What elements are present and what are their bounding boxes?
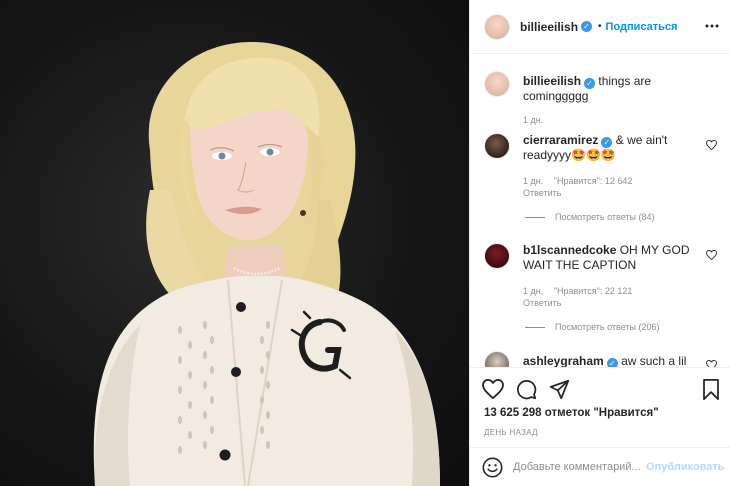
avatar[interactable]	[484, 133, 510, 159]
comment-time[interactable]: 1 дн.	[523, 286, 543, 296]
heart-icon[interactable]	[482, 379, 504, 399]
comment-input[interactable]	[513, 461, 643, 473]
share-icon[interactable]	[549, 379, 570, 400]
verified-icon: ✓	[606, 358, 618, 367]
post-actions: 13 625 298 отметок "Нравится" ДЕНЬ НАЗАД	[470, 367, 730, 447]
comment-text: aw such a lil	[621, 354, 687, 367]
post-sidebar: billieeilish ✓ • Подписаться billieeilis…	[469, 0, 730, 486]
view-replies-label: Посмотреть ответы (84)	[555, 212, 655, 222]
comment-username[interactable]: b1lscannedcoke	[523, 243, 616, 257]
likes-count[interactable]: 13 625 298 отметок "Нравится"	[484, 407, 659, 419]
avatar[interactable]	[484, 351, 510, 367]
view-replies-link[interactable]: Посмотреть ответы (206)	[525, 322, 660, 332]
comments-list[interactable]: billieeilish ✓ things are cominggggg 1 дн…	[470, 55, 730, 367]
like-comment-heart-icon[interactable]	[706, 250, 717, 260]
caption-username[interactable]: billieeilish	[523, 74, 581, 88]
separator-dot: •	[598, 21, 602, 32]
replies-line	[525, 326, 545, 328]
post-header: billieeilish ✓ • Подписаться	[470, 0, 730, 54]
follow-button[interactable]: Подписаться	[606, 21, 678, 33]
emoji-icon[interactable]	[482, 457, 503, 478]
comment-username[interactable]: ashleygraham	[523, 354, 604, 367]
like-comment-heart-icon[interactable]	[706, 140, 717, 150]
avatar[interactable]	[484, 13, 510, 40]
comment-username[interactable]: cierraramirez	[523, 133, 598, 147]
portrait-illustration	[93, 41, 441, 486]
avatar[interactable]	[484, 71, 510, 97]
comment-icon[interactable]	[516, 379, 537, 400]
avatar[interactable]	[484, 243, 510, 269]
post-dialog: billieeilish ✓ • Подписаться billieeilis…	[0, 0, 730, 486]
post-photo[interactable]	[0, 0, 469, 486]
reply-button[interactable]: Ответить	[523, 187, 701, 199]
add-comment-bar: Опубликовать	[470, 447, 730, 486]
comment-likes[interactable]: "Нравится": 12 642	[554, 176, 633, 186]
view-replies-label: Посмотреть ответы (206)	[555, 322, 660, 332]
verified-icon: ✓	[581, 21, 593, 32]
author-username[interactable]: billieeilish	[520, 20, 578, 34]
verified-icon: ✓	[601, 137, 613, 148]
replies-line	[525, 216, 545, 218]
view-replies-link[interactable]: Посмотреть ответы (84)	[525, 212, 655, 222]
post-time[interactable]: ДЕНЬ НАЗАД	[484, 428, 538, 437]
publish-button[interactable]: Опубликовать	[646, 461, 725, 473]
verified-icon: ✓	[584, 78, 596, 89]
like-comment-heart-icon[interactable]	[706, 360, 717, 367]
bookmark-icon[interactable]	[702, 379, 720, 400]
reply-button[interactable]: Ответить	[523, 297, 701, 309]
more-icon[interactable]	[705, 19, 719, 33]
comment-likes[interactable]: "Нравится": 22 121	[554, 286, 633, 296]
author-info: billieeilish ✓ • Подписаться	[520, 20, 677, 34]
comment-time[interactable]: 1 дн.	[523, 176, 543, 186]
caption-time[interactable]: 1 дн.	[523, 115, 543, 125]
